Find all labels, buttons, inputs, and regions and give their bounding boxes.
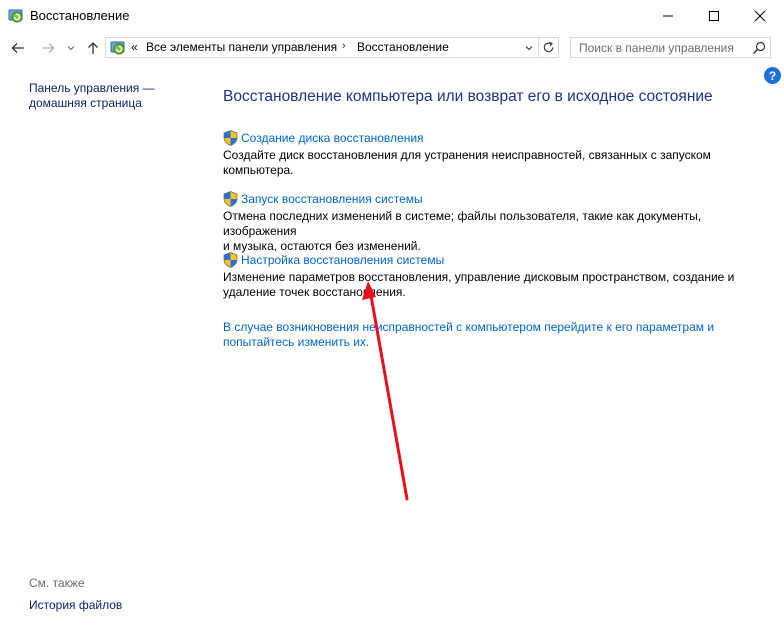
task-create-recovery-drive: Создание диска восстановления Создайте д…: [223, 130, 773, 178]
control-panel-home-link[interactable]: Панель управления — домашняя страница: [29, 81, 179, 111]
refresh-icon: [543, 41, 554, 53]
search-box[interactable]: Поиск в панели управления: [570, 37, 771, 58]
breadcrumb-separator[interactable]: ›: [342, 40, 346, 52]
uac-shield-icon: [223, 191, 238, 207]
task-description-line2: компьютера.: [223, 163, 294, 177]
uac-shield-icon: [223, 130, 238, 146]
control-panel-home-line1[interactable]: Панель управления —: [29, 81, 179, 96]
help-icon: ?: [768, 68, 777, 83]
uac-shield-icon: [223, 252, 238, 268]
breadcrumb-all-control-panel-items[interactable]: Все элементы панели управления: [146, 40, 337, 54]
chevron-down-icon: [525, 45, 533, 50]
search-placeholder[interactable]: Поиск в панели управления: [579, 41, 734, 55]
back-button[interactable]: [8, 38, 28, 58]
troubleshoot-settings-line2[interactable]: попытайтесь изменить их.: [223, 335, 763, 350]
search-icon[interactable]: [751, 40, 767, 56]
task-description-line2: удаление точек восстановления.: [223, 285, 406, 299]
create-recovery-drive-link[interactable]: Создание диска восстановления: [241, 131, 424, 145]
troubleshoot-settings-line1[interactable]: В случае возникновения неисправностей с …: [223, 320, 763, 335]
task-description: Отмена последних изменений в системе; фа…: [223, 209, 773, 254]
breadcrumb-recovery[interactable]: Восстановление: [357, 40, 449, 54]
close-icon: [754, 10, 766, 22]
address-dropdown-button[interactable]: [520, 38, 538, 57]
forward-button[interactable]: [38, 38, 58, 58]
refresh-button[interactable]: [538, 37, 559, 58]
task-description: Создайте диск восстановления для устране…: [223, 148, 773, 178]
window-title: Восстановление: [30, 8, 130, 23]
recovery-icon: [8, 8, 24, 24]
task-open-system-restore: Запуск восстановления системы Отмена пос…: [223, 191, 773, 254]
up-button[interactable]: [83, 38, 103, 58]
page-title: Восстановление компьютера или возврат ег…: [223, 88, 713, 105]
minimize-button[interactable]: [645, 0, 691, 32]
help-button[interactable]: ?: [764, 67, 781, 84]
maximize-button[interactable]: [691, 0, 737, 32]
task-description: Изменение параметров восстановления, упр…: [223, 270, 773, 300]
task-configure-system-restore: Настройка восстановления системы Изменен…: [223, 252, 773, 300]
address-bar[interactable]: « Все элементы панели управления › Восст…: [105, 37, 539, 58]
title-bar: Восстановление: [0, 0, 784, 32]
task-description-line1: Создайте диск восстановления для устране…: [223, 148, 711, 162]
recovery-icon: [110, 40, 126, 56]
chevron-down-icon: [67, 46, 75, 51]
recent-locations-button[interactable]: [63, 38, 79, 58]
troubleshoot-settings-link[interactable]: В случае возникновения неисправностей с …: [223, 320, 763, 350]
file-history-link[interactable]: История файлов: [29, 598, 122, 612]
task-description-line1: Отмена последних изменений в системе; фа…: [223, 209, 702, 238]
task-description-line1: Изменение параметров восстановления, упр…: [223, 270, 735, 284]
arrow-right-icon: [42, 43, 55, 53]
arrow-up-icon: [88, 42, 98, 54]
see-also-label: См. также: [29, 576, 85, 590]
maximize-icon: [709, 11, 719, 21]
open-system-restore-link[interactable]: Запуск восстановления системы: [241, 192, 423, 206]
minimize-icon: [663, 15, 673, 17]
control-panel-home-line2[interactable]: домашняя страница: [29, 96, 179, 111]
close-button[interactable]: [737, 0, 783, 32]
configure-system-restore-link[interactable]: Настройка восстановления системы: [241, 253, 444, 267]
arrow-left-icon: [11, 43, 24, 53]
breadcrumb-overflow[interactable]: «: [131, 40, 138, 54]
